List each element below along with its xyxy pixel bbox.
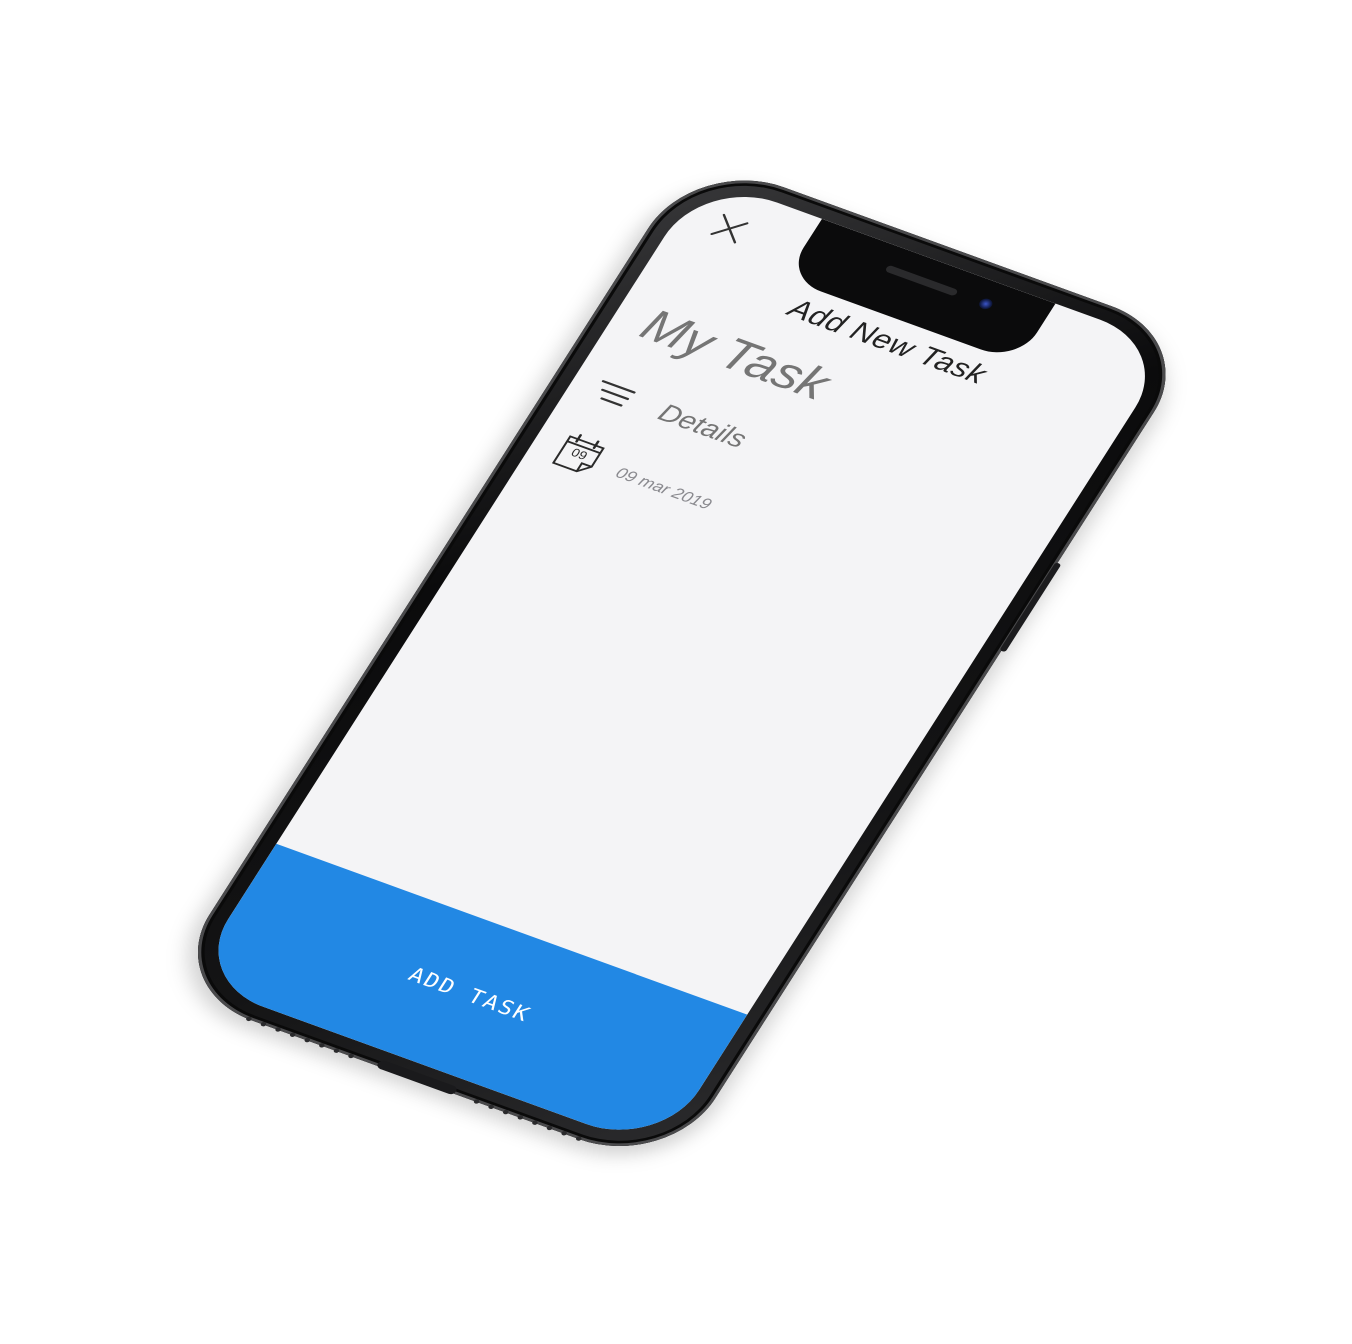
add-task-label: ADD TASK: [403, 963, 536, 1027]
phone-frame: Add New Task My Task Details 09 09 mar 2…: [162, 155, 1201, 1172]
front-camera: [976, 296, 995, 311]
menu-lines-icon: [588, 376, 638, 413]
phone-mockup: Add New Task My Task Details 09 09 mar 2…: [151, 155, 1202, 1182]
phone-speaker: [884, 264, 959, 297]
close-icon: [710, 213, 749, 244]
close-button[interactable]: [700, 206, 759, 252]
app-screen: Add New Task My Task Details 09 09 mar 2…: [189, 175, 1175, 1151]
due-date-text: 09 mar 2019: [612, 464, 715, 513]
product-mockup-stage: Add New Task My Task Details 09 09 mar 2…: [0, 0, 1352, 1344]
